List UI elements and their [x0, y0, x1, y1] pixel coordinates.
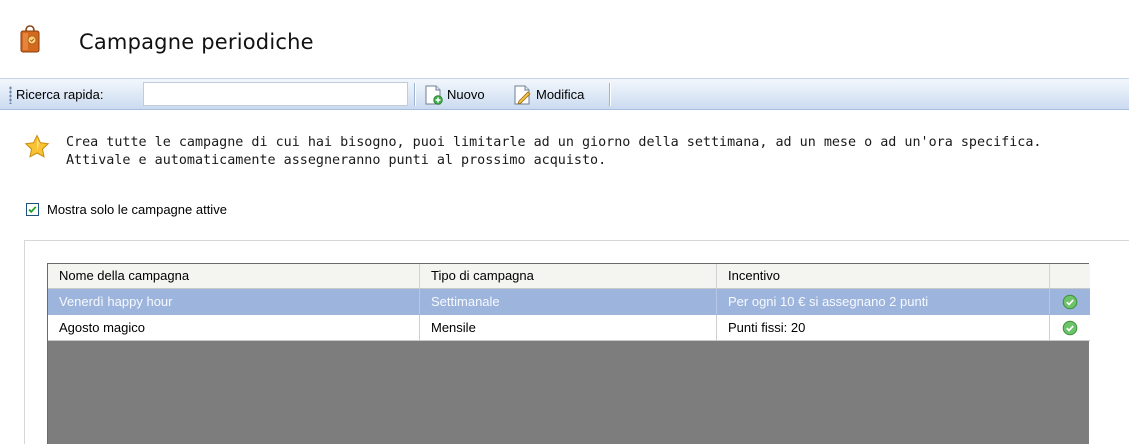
toolbar-separator	[609, 83, 610, 106]
search-label: Ricerca rapida:	[16, 87, 104, 102]
cell-campaign-name: Agosto magico	[48, 315, 420, 340]
active-only-label: Mostra solo le campagne attive	[47, 202, 227, 217]
edit-button[interactable]: Modifica	[512, 82, 584, 107]
page-title: Campagne periodiche	[79, 30, 314, 54]
info-message: Crea tutte le campagne di cui hai bisogn…	[66, 134, 1116, 170]
toolbar-grip-handle[interactable]	[9, 86, 12, 104]
active-campaigns-filter[interactable]: Mostra solo le campagne attive	[26, 202, 227, 217]
edit-document-icon	[514, 85, 531, 105]
cell-status	[1050, 289, 1090, 314]
cell-incentive: Punti fissi: 20	[717, 315, 1050, 340]
checkmark-icon	[28, 206, 37, 214]
new-document-icon	[425, 85, 443, 105]
page-header: Campagne periodiche	[0, 0, 1129, 78]
campaigns-grid[interactable]: Nome della campagna Tipo di campagna Inc…	[47, 263, 1090, 444]
edit-button-label: Modifica	[536, 87, 585, 102]
star-icon	[24, 134, 50, 163]
cell-campaign-type: Settimanale	[420, 289, 717, 314]
table-row[interactable]: Venerdì happy hour Settimanale Per ogni …	[48, 289, 1090, 315]
cell-campaign-name: Venerdì happy hour	[48, 289, 420, 314]
new-button[interactable]: Nuovo	[423, 82, 485, 107]
toolbar: Ricerca rapida: Nuovo Modifica	[0, 78, 1129, 110]
cell-campaign-type: Mensile	[420, 315, 717, 340]
toolbar-separator	[414, 83, 415, 106]
shopping-bag-icon	[20, 25, 40, 53]
grid-header: Nome della campagna Tipo di campagna Inc…	[48, 264, 1090, 289]
panel-border	[24, 240, 1129, 241]
column-header-type[interactable]: Tipo di campagna	[420, 264, 717, 288]
column-header-name[interactable]: Nome della campagna	[48, 264, 420, 288]
cell-incentive: Per ogni 10 € si assegnano 2 punti	[717, 289, 1050, 314]
panel-border	[24, 240, 25, 444]
check-circle-icon	[1062, 320, 1078, 335]
column-header-status[interactable]	[1050, 264, 1090, 288]
info-message-line: Crea tutte le campagne di cui hai bisogn…	[66, 135, 1042, 150]
search-input[interactable]	[143, 82, 408, 106]
table-row[interactable]: Agosto magico Mensile Punti fissi: 20	[48, 315, 1090, 341]
new-button-label: Nuovo	[447, 87, 485, 102]
active-only-checkbox[interactable]	[26, 203, 39, 216]
check-circle-icon	[1062, 294, 1078, 309]
column-header-incentive[interactable]: Incentivo	[717, 264, 1050, 288]
info-message-line: Attivale e automaticamente assegneranno …	[66, 153, 607, 168]
cell-status	[1050, 315, 1090, 340]
